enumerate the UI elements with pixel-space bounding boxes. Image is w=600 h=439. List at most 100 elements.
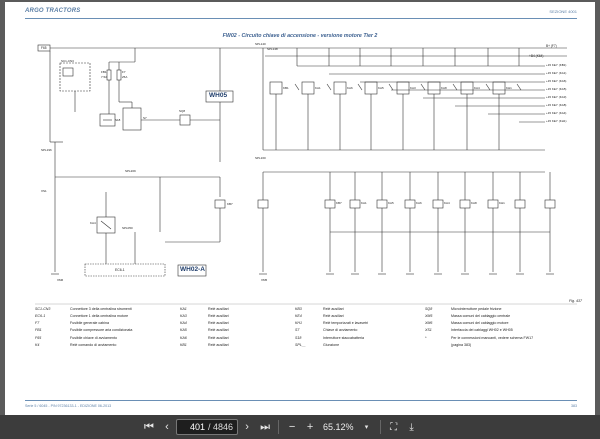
ground-label-xm5: XM5 (261, 278, 268, 282)
lower-relay-label: KA4 (444, 201, 450, 205)
legend-code: SPL__ (295, 342, 306, 347)
page-number-box: / 4846 (176, 419, 239, 435)
key-output-label: +15 KEY (KA1) (546, 71, 567, 75)
last-page-icon[interactable]: ⏭ (256, 418, 274, 436)
page-total: / 4846 (208, 422, 234, 432)
splice-label-spl050: SPL050 (122, 226, 133, 230)
splice-label-spl196: SPL196 (41, 148, 52, 152)
footer-edition: Serie 5 / 6045 - P/N 97236133-1 - EDIZIO… (25, 404, 112, 408)
splice-label-spl209: SPL209 (125, 169, 136, 173)
connector-label-xs1: XS1 (41, 189, 47, 193)
legend-text: Chiave di avviamento (323, 328, 358, 333)
key-output-label: +15 KEY (KA8) (546, 103, 567, 107)
legend-text: Relè ausiliari (323, 307, 344, 311)
legend-code: KA4 (180, 321, 187, 326)
legend-text: Connettore 3 della centralina strumenti (70, 307, 132, 311)
splice-label-spl148: SPL148 (267, 47, 278, 51)
top-relay-label: KA3 (410, 86, 416, 90)
ground-label-xm6-left: XM6 (57, 278, 64, 282)
fuse-value-fb1: 7.5A (101, 75, 108, 79)
legend-text: Relè ausiliari (208, 321, 229, 326)
page-number-input[interactable] (181, 421, 205, 433)
lower-relay-label: KH1 (499, 201, 505, 205)
switch-label-s18: S18 (115, 118, 121, 122)
top-relay-label: KA1 (315, 86, 321, 90)
fit-page-icon[interactable]: ⛶ (385, 418, 403, 436)
legend-text: Relè ausiliari (208, 335, 229, 340)
top-relay-label: KA5 (378, 86, 384, 90)
switch-label-sq8: SQ8 (179, 109, 186, 113)
legend-text: Relè temporizzati e lavavetri (323, 321, 369, 326)
top-relay-label: KA8 (441, 86, 447, 90)
zoom-out-icon[interactable]: − (283, 418, 301, 436)
legend-code: KA1 (180, 307, 187, 311)
legend-text: Per le connessioni mancanti, vedere sche… (451, 335, 534, 340)
top-relay-label: KB1 (283, 86, 289, 90)
bus-label-bplus: B+ (F7) (546, 44, 557, 48)
relay-label-kb7-left: KB7 (227, 202, 233, 206)
key-output-label: +15 KEY (KA3) (546, 95, 567, 99)
bus-label-k64: +B4 (K64) (529, 54, 544, 58)
prev-page-icon[interactable]: ‹ (158, 418, 176, 436)
legend-code: SC1-CN3 (35, 307, 51, 311)
top-relay-label: KA6 (347, 86, 353, 90)
wiring-diagram (35, 44, 577, 305)
legend-text: Microinterruttore pedale frizione (451, 307, 502, 311)
legend-code: XS1 (425, 328, 432, 333)
next-page-icon[interactable]: › (238, 418, 256, 436)
relay-label-ka4-left: KA4 (90, 221, 96, 225)
lower-relay-label: KA5 (388, 201, 394, 205)
legend-code: F65 (35, 335, 42, 340)
legend-code: KH1 (295, 321, 302, 326)
legend-code: F7 (35, 321, 40, 326)
legend-code: KA3 (180, 314, 187, 319)
viewer-toolbar: ⏮ ‹ / 4846 › ⏭ − + 65.12% ▾ ⛶ ⤓ (0, 415, 600, 439)
legend-text: Giunzione (323, 342, 340, 347)
legend-code: S18 (295, 335, 302, 340)
legend-code: XM6 (425, 321, 433, 326)
footer-rule (25, 400, 577, 401)
footer-page-number: 383 (571, 404, 577, 408)
fuse-label-fb1: FB1 (101, 70, 107, 74)
key-output-label: +15 KEY (KA5) (546, 87, 567, 91)
top-relay-label: KA4 (474, 86, 480, 90)
lower-relay-label: KA6 (416, 201, 422, 205)
legend-text: Fusibile chiave di avviamento (70, 335, 117, 340)
ecu-label: EC6-1 (115, 268, 125, 272)
first-page-icon[interactable]: ⏮ (140, 418, 158, 436)
legend-code: * (425, 335, 427, 340)
legend-text: Massa comuni del cablaggio centrale (451, 314, 511, 319)
legend-code: KB3 (295, 307, 302, 311)
lower-relay-label: KA8 (471, 201, 477, 205)
legend-code: KA5 (180, 328, 187, 333)
legend-text: Massa comuni del cablaggio motore (451, 321, 509, 326)
splice-label-spl140: SPL140 (255, 42, 266, 46)
harness-label-wh05: WH05 (209, 92, 228, 99)
lower-relay-label: KB7 (336, 201, 342, 205)
pdf-page: ARGO TRACTORS SEZIONE 4001 FW02 - Circui… (5, 2, 595, 415)
legend-text: Relè ausiliari (323, 314, 344, 319)
switch-label-s7: S7 (143, 116, 147, 120)
legend-code: FB1 (35, 328, 42, 333)
legend-code: K4 (35, 342, 40, 347)
zoom-in-icon[interactable]: + (301, 418, 319, 436)
key-output-label: +15 KEY (KA6) (546, 79, 567, 83)
legend-code: KE4 (295, 314, 302, 319)
toolbar-separator-2 (379, 420, 381, 434)
figure-label: Fig. 437 (569, 299, 582, 303)
splice-label-spl160: SPL160 (255, 156, 266, 160)
legend-code: XM5 (425, 314, 433, 319)
legend-code: KB1 (180, 342, 187, 347)
legend-text: Relè ausiliari (208, 314, 229, 319)
legend-text: Connettore 1 della centralina motore (70, 314, 129, 319)
zoom-level[interactable]: 65.12% (319, 422, 358, 432)
legend-code: SQ8 (425, 307, 433, 311)
legend-text: Relè ausiliari (208, 342, 229, 347)
legend-text: Fusibile generale cabina (70, 321, 109, 326)
download-icon[interactable]: ⤓ (403, 418, 421, 436)
lower-relay-label: KA1 (361, 201, 367, 205)
top-relay-label: KH1 (506, 86, 512, 90)
zoom-dropdown-icon[interactable]: ▾ (358, 418, 376, 436)
fuse-value-f7: 25A (122, 75, 128, 79)
legend-text: Relè ausiliari (208, 307, 229, 311)
